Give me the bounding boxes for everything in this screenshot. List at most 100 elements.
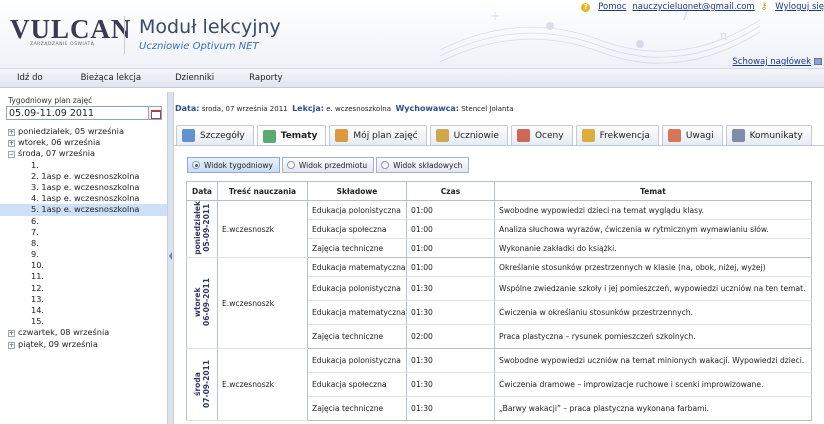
topic-cell[interactable]: Wspólne zwiedzanie szkoły i jej pomieszc… xyxy=(494,276,812,301)
week-input[interactable]: 05.09-11.09 2011 xyxy=(6,106,149,120)
notes-icon xyxy=(667,129,681,142)
tab-1[interactable]: Tematy xyxy=(256,125,327,146)
topics-table: Data Treść nauczania Składowe Czas Temat… xyxy=(186,181,812,421)
tree-lesson-item[interactable]: 10. xyxy=(0,260,167,271)
day-name: wtorek xyxy=(193,287,202,317)
date-value: 06-09-2011 xyxy=(202,278,211,326)
table-body: poniedziałek 05-09-2011 E.wczesnoszk Edukac… xyxy=(186,200,812,421)
logout-link[interactable]: Wyloguj się xyxy=(775,2,824,12)
tree-lesson-item[interactable]: 9. xyxy=(0,249,167,260)
tab-5[interactable]: Frekwencja xyxy=(575,125,659,145)
tree-lesson-item[interactable]: 5. 1asp e. wczesnoszkolna xyxy=(0,204,167,216)
key-icon: ⚷ xyxy=(760,2,768,12)
tree-lesson-item[interactable]: 13. xyxy=(0,294,167,305)
time-cell: 01:30 xyxy=(406,300,495,325)
tab-label: Komunikaty xyxy=(749,130,803,141)
time-cell: 01:00 xyxy=(406,200,495,220)
menu-raporty[interactable]: Raporty xyxy=(249,73,282,83)
tree-lesson-item[interactable]: 2. 1asp e. wczesnoszkolna xyxy=(0,171,167,182)
topic-cell[interactable]: Analiza słuchowa wyrazów, ćwiczenia w ry… xyxy=(494,219,812,239)
panel-splitter[interactable] xyxy=(168,92,174,424)
tree-day-item[interactable]: + poniedziałek, 05 września xyxy=(0,126,167,137)
expand-icon[interactable]: + xyxy=(8,341,15,349)
tree-day-item[interactable]: + wtorek, 06 września xyxy=(0,137,167,148)
date-label: Data: xyxy=(175,104,200,113)
tab-6[interactable]: Uwagi xyxy=(661,125,723,145)
vulcan-logo[interactable]: VULCAN ZARZĄDZANIE OŚWIATĄ xyxy=(10,16,131,52)
hide-header-link[interactable]: Schowaj nagłówek xyxy=(732,57,811,67)
tree-day-item[interactable]: + czwartek, 08 września xyxy=(0,327,167,338)
tree-day-label: poniedziałek, 05 września xyxy=(18,126,124,136)
tree-lesson-item[interactable]: 8. xyxy=(0,238,167,249)
topic-cell[interactable]: Ćwiczenia dramowe – improwizacje ruchowe… xyxy=(494,372,812,397)
expand-icon[interactable]: + xyxy=(8,330,15,338)
table-header-row: Data Treść nauczania Składowe Czas Temat xyxy=(186,181,812,201)
topic-cell[interactable]: Określanie stosunków przestrzennych w kl… xyxy=(494,257,812,277)
tree-lesson-item[interactable]: 3. 1asp e. wczesnoszkolna xyxy=(0,182,167,193)
topic-cell[interactable]: Swobodne wypowiedzi dzieci na temat wygl… xyxy=(494,200,812,220)
topic-cell[interactable]: Swobodne wypowiedzi uczniów na temat min… xyxy=(494,348,812,373)
time-cell: 01:00 xyxy=(406,219,495,239)
tree-lesson-item[interactable]: 1. xyxy=(0,160,167,171)
radio-button[interactable] xyxy=(286,161,295,169)
tab-3[interactable]: Uczniowie xyxy=(429,125,508,145)
tab-4[interactable]: Oceny xyxy=(510,125,573,145)
menu-idz-do[interactable]: Idź do xyxy=(17,73,43,83)
tree-lesson-item[interactable]: 11. xyxy=(0,271,167,282)
help-link[interactable]: Pomoc xyxy=(598,2,626,12)
week-label: Tygodniowy plan zajęć xyxy=(8,96,93,105)
collapse-icon[interactable]: − xyxy=(8,151,15,159)
tab-0[interactable]: Szczegóły xyxy=(176,125,254,145)
lesson-tree: + poniedziałek, 05 września + wtorek, 06 wr… xyxy=(0,126,167,350)
topic-cell[interactable]: Ćwiczenia w określaniu stosunków przestr… xyxy=(494,300,812,325)
topic-cell[interactable]: Wykonanie zakładki do książki. xyxy=(494,238,812,258)
day-name: poniedziałek xyxy=(193,201,202,255)
col-header-topic: Temat xyxy=(494,181,812,201)
component-cell: Zajęcia techniczne xyxy=(307,324,407,349)
subject-cell: E.wczesnoszk xyxy=(217,257,308,349)
col-header-date: Data xyxy=(186,181,218,201)
radio-button[interactable] xyxy=(192,161,200,169)
component-cell: Zajęcia techniczne xyxy=(307,396,407,421)
tab-label: Oceny xyxy=(534,130,564,141)
tab-7[interactable]: Komunikaty xyxy=(725,125,812,145)
view-option[interactable]: Widok składowych xyxy=(376,157,470,173)
component-cell: Edukacja polonistyczna xyxy=(307,348,407,373)
hide-header-control[interactable]: Schowaj nagłówek xyxy=(732,57,822,67)
radio-button[interactable] xyxy=(381,161,390,169)
date-cell: wtorek 06-09-2011 xyxy=(186,257,218,349)
menu-dzienniki[interactable]: Dzienniki xyxy=(175,73,214,83)
tree-day-item[interactable]: − środa, 07 września xyxy=(0,148,167,159)
view-option[interactable]: Widok przedmiotu xyxy=(281,157,375,173)
tree-lesson-item[interactable]: 7. xyxy=(0,227,167,238)
tree-lesson-item[interactable]: 6. xyxy=(0,216,167,227)
view-label: Widok składowych xyxy=(393,160,463,170)
messages-icon xyxy=(731,129,745,142)
top-links: ? Pomoc nauczycieluonet@gmail.com ⚷ Wylo… xyxy=(581,2,824,12)
expand-icon[interactable]: + xyxy=(8,129,15,136)
menu-biezaca-lekcja[interactable]: Bieżąca lekcja xyxy=(81,73,141,83)
hide-header-icon[interactable] xyxy=(814,58,822,65)
tree-lesson-item[interactable]: 4. 1asp e. wczesnoszkolna xyxy=(0,193,167,204)
tab-label: Frekwencja xyxy=(599,130,650,141)
col-header-components: Składowe xyxy=(307,181,407,201)
date-vertical: wtorek 06-09-2011 xyxy=(193,278,211,326)
user-email-link[interactable]: nauczycieluonet@gmail.com xyxy=(632,2,754,12)
topics-icon xyxy=(262,129,276,143)
topic-cell[interactable]: „Barwy wakacji” – praca plastyczna wykon… xyxy=(494,396,812,421)
lesson-value: e. wczesnoszkolna xyxy=(326,105,392,113)
tree-day-item[interactable]: + piątek, 09 września xyxy=(0,339,167,350)
expand-icon[interactable]: + xyxy=(8,140,15,148)
view-option[interactable]: Widok tygodniowy xyxy=(187,157,280,173)
tab-label: Tematy xyxy=(280,131,318,141)
tutor-label: Wychowawca: xyxy=(395,104,459,113)
tree-lesson-item[interactable]: 15. xyxy=(0,316,167,327)
time-cell: 01:30 xyxy=(406,348,495,373)
calendar-icon[interactable] xyxy=(148,106,162,120)
topic-cell[interactable]: Praca plastyczna – rysunek pomieszczeń s… xyxy=(494,324,812,349)
tree-lesson-item[interactable]: 14. xyxy=(0,305,167,316)
students-icon xyxy=(435,129,449,142)
tab-2[interactable]: Mój plan zajęć xyxy=(329,125,427,145)
tab-label: Mój plan zajęć xyxy=(353,130,418,141)
tree-lesson-item[interactable]: 12. xyxy=(0,283,167,294)
